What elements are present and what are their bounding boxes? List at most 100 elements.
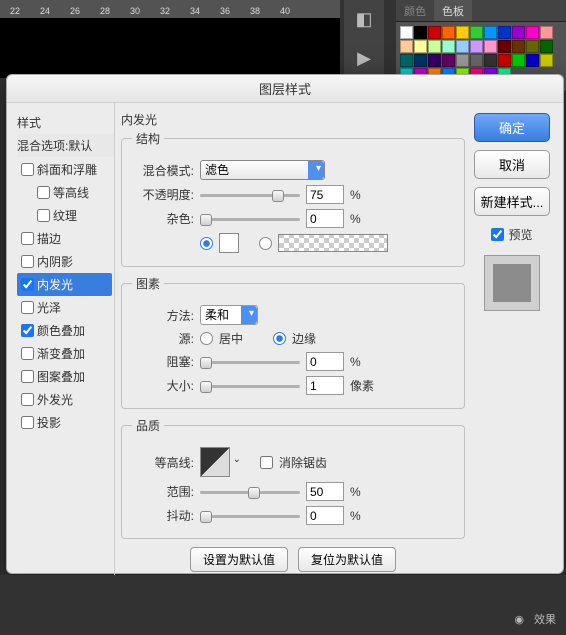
style-item[interactable]: 等高线 bbox=[17, 181, 112, 204]
swatch[interactable] bbox=[526, 40, 539, 53]
style-item[interactable]: 颜色叠加 bbox=[17, 319, 112, 342]
swatch[interactable] bbox=[400, 54, 413, 67]
new-style-button[interactable]: 新建样式... bbox=[474, 187, 550, 216]
swatch[interactable] bbox=[512, 26, 525, 39]
style-item[interactable]: 渐变叠加 bbox=[17, 342, 112, 365]
set-default-button[interactable]: 设置为默认值 bbox=[190, 547, 288, 572]
range-input[interactable] bbox=[306, 482, 344, 501]
histogram-icon[interactable]: ◧ bbox=[350, 6, 378, 34]
swatch[interactable] bbox=[414, 26, 427, 39]
style-checkbox[interactable] bbox=[21, 232, 34, 245]
style-checkbox[interactable] bbox=[37, 209, 50, 222]
swatch[interactable] bbox=[400, 26, 413, 39]
swatch[interactable] bbox=[400, 40, 413, 53]
swatch[interactable] bbox=[512, 54, 525, 67]
gradient-radio[interactable] bbox=[259, 237, 272, 250]
size-input[interactable] bbox=[306, 376, 344, 395]
style-item[interactable]: 内发光 bbox=[17, 273, 112, 296]
antialias-checkbox[interactable] bbox=[260, 456, 273, 469]
swatch[interactable] bbox=[456, 40, 469, 53]
swatch[interactable] bbox=[512, 40, 525, 53]
effects-label[interactable]: 效果 bbox=[534, 611, 556, 627]
swatch[interactable] bbox=[442, 40, 455, 53]
style-item[interactable]: 斜面和浮雕 bbox=[17, 158, 112, 181]
swatch[interactable] bbox=[484, 40, 497, 53]
swatch[interactable] bbox=[442, 26, 455, 39]
structure-group: 结构 混合模式: 滤色 不透明度: % 杂色: % bbox=[121, 130, 465, 267]
method-select[interactable]: 柔和 bbox=[200, 305, 258, 325]
swatch[interactable] bbox=[484, 26, 497, 39]
style-item[interactable]: 描边 bbox=[17, 227, 112, 250]
eye-icon[interactable]: ◉ bbox=[514, 613, 524, 626]
tab-color[interactable]: 颜色 bbox=[396, 0, 434, 21]
style-checkbox[interactable] bbox=[21, 324, 34, 337]
swatch[interactable] bbox=[442, 54, 455, 67]
swatch[interactable] bbox=[470, 54, 483, 67]
style-checkbox[interactable] bbox=[21, 393, 34, 406]
contour-picker[interactable] bbox=[200, 447, 230, 477]
style-item[interactable]: 图案叠加 bbox=[17, 365, 112, 388]
swatch[interactable] bbox=[540, 54, 553, 67]
swatch[interactable] bbox=[526, 54, 539, 67]
style-header[interactable]: 样式 bbox=[17, 111, 114, 134]
style-label: 图案叠加 bbox=[37, 368, 85, 385]
swatch[interactable] bbox=[470, 40, 483, 53]
style-checkbox[interactable] bbox=[37, 186, 50, 199]
swatch[interactable] bbox=[540, 40, 553, 53]
reset-default-button[interactable]: 复位为默认值 bbox=[298, 547, 396, 572]
source-center-radio[interactable] bbox=[200, 332, 213, 345]
size-slider[interactable] bbox=[200, 379, 300, 393]
style-checkbox[interactable] bbox=[21, 255, 34, 268]
blend-options[interactable]: 混合选项:默认 bbox=[17, 134, 114, 157]
swatch[interactable] bbox=[526, 26, 539, 39]
swatch[interactable] bbox=[414, 40, 427, 53]
glow-color[interactable] bbox=[219, 233, 239, 253]
swatch[interactable] bbox=[470, 26, 483, 39]
style-checkbox[interactable] bbox=[21, 416, 34, 429]
swatch[interactable] bbox=[456, 26, 469, 39]
style-item[interactable]: 光泽 bbox=[17, 296, 112, 319]
range-slider[interactable] bbox=[200, 485, 300, 499]
jitter-input[interactable] bbox=[306, 506, 344, 525]
percent-label: % bbox=[350, 509, 361, 523]
style-label: 内发光 bbox=[37, 276, 73, 293]
swatch[interactable] bbox=[498, 40, 511, 53]
swatch[interactable] bbox=[498, 26, 511, 39]
style-item[interactable]: 外发光 bbox=[17, 388, 112, 411]
style-checkbox[interactable] bbox=[21, 370, 34, 383]
style-checkbox[interactable] bbox=[21, 163, 34, 176]
opacity-input[interactable] bbox=[306, 185, 344, 204]
style-checkbox[interactable] bbox=[21, 301, 34, 314]
cancel-button[interactable]: 取消 bbox=[474, 150, 550, 179]
glow-gradient[interactable] bbox=[278, 234, 388, 252]
swatch[interactable] bbox=[498, 54, 511, 67]
opacity-slider[interactable] bbox=[200, 188, 300, 202]
swatch[interactable] bbox=[428, 54, 441, 67]
play-icon[interactable]: ▶ bbox=[350, 45, 378, 73]
style-item[interactable]: 纹理 bbox=[17, 204, 112, 227]
style-label: 颜色叠加 bbox=[37, 322, 85, 339]
swatch[interactable] bbox=[428, 26, 441, 39]
swatch[interactable] bbox=[456, 54, 469, 67]
ok-button[interactable]: 确定 bbox=[474, 113, 550, 142]
style-label: 渐变叠加 bbox=[37, 345, 85, 362]
swatch[interactable] bbox=[414, 54, 427, 67]
noise-slider[interactable] bbox=[200, 212, 300, 226]
noise-input[interactable] bbox=[306, 209, 344, 228]
tab-swatches[interactable]: 色板 bbox=[434, 0, 472, 21]
color-radio[interactable] bbox=[200, 237, 213, 250]
swatch[interactable] bbox=[540, 26, 553, 39]
style-checkbox[interactable] bbox=[21, 278, 34, 291]
style-label: 描边 bbox=[37, 230, 61, 247]
jitter-slider[interactable] bbox=[200, 509, 300, 523]
swatch[interactable] bbox=[428, 40, 441, 53]
swatch[interactable] bbox=[484, 54, 497, 67]
source-edge-radio[interactable] bbox=[273, 332, 286, 345]
choke-slider[interactable] bbox=[200, 355, 300, 369]
preview-checkbox[interactable] bbox=[491, 228, 504, 241]
style-item[interactable]: 内阴影 bbox=[17, 250, 112, 273]
choke-input[interactable] bbox=[306, 352, 344, 371]
style-item[interactable]: 投影 bbox=[17, 411, 112, 434]
blend-mode-select[interactable]: 滤色 bbox=[200, 160, 325, 180]
style-checkbox[interactable] bbox=[21, 347, 34, 360]
